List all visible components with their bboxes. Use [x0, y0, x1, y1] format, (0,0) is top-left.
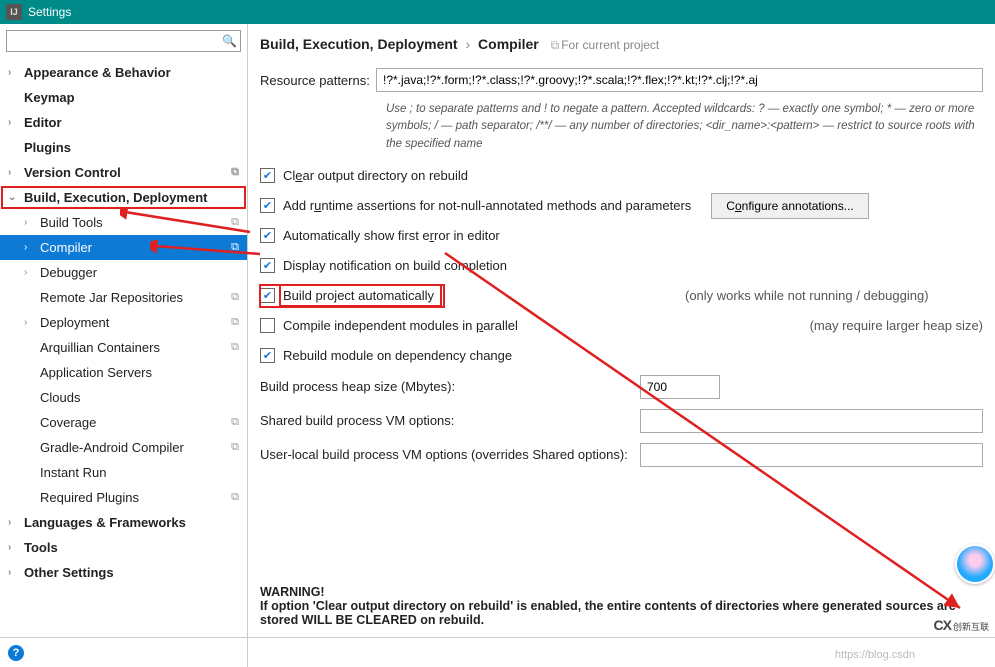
chevron-right-icon: ›	[8, 117, 20, 128]
breadcrumb-parent[interactable]: Build, Execution, Deployment	[260, 36, 458, 52]
warning-title: WARNING!	[260, 585, 983, 599]
tree-version-control[interactable]: ›Version Control⧉	[0, 160, 247, 185]
breadcrumb: Build, Execution, Deployment › Compiler …	[260, 36, 983, 53]
tree-debugger[interactable]: ›Debugger	[0, 260, 247, 285]
heap-size-label: Build process heap size (Mbytes):	[260, 379, 640, 394]
tree-app-servers[interactable]: Application Servers	[0, 360, 247, 385]
chevron-right-icon: ›	[24, 217, 36, 228]
resource-patterns-label: Resource patterns:	[260, 73, 376, 88]
tree-instant-run[interactable]: Instant Run	[0, 460, 247, 485]
show-first-error-checkbox[interactable]	[260, 228, 275, 243]
copy-icon: ⧉	[231, 416, 239, 429]
rebuild-dependency-checkbox[interactable]	[260, 348, 275, 363]
copy-icon: ⧉	[231, 241, 239, 254]
copy-icon: ⧉	[551, 38, 560, 52]
parallel-compile-note: (may require larger heap size)	[770, 318, 983, 333]
tree-gradle-android[interactable]: Gradle-Android Compiler⧉	[0, 435, 247, 460]
chevron-right-icon: ›	[8, 517, 20, 528]
shared-vm-label: Shared build process VM options:	[260, 413, 640, 428]
copy-icon: ⧉	[231, 316, 239, 329]
tree-clouds[interactable]: Clouds	[0, 385, 247, 410]
display-notification-label: Display notification on build completion	[283, 258, 507, 273]
chevron-right-icon: ›	[24, 317, 36, 328]
clear-output-checkbox[interactable]	[260, 168, 275, 183]
tree-compiler[interactable]: ›Compiler⧉	[0, 235, 247, 260]
tree-arquillian[interactable]: Arquillian Containers⧉	[0, 335, 247, 360]
avatar-badge	[955, 544, 995, 584]
parallel-compile-label: Compile independent modules in parallel	[283, 318, 518, 333]
copy-icon: ⧉	[231, 166, 239, 179]
clear-output-label: Clear output directory on rebuild	[283, 168, 468, 183]
tree-remote-jar[interactable]: Remote Jar Repositories⧉	[0, 285, 247, 310]
chevron-right-icon: ›	[8, 167, 20, 178]
chevron-down-icon: ⌄	[8, 192, 20, 203]
tree-coverage[interactable]: Coverage⧉	[0, 410, 247, 435]
tree-editor[interactable]: ›Editor	[0, 110, 247, 135]
tree-plugins[interactable]: Plugins	[0, 135, 247, 160]
tree-tools[interactable]: ›Tools	[0, 535, 247, 560]
display-notification-checkbox[interactable]	[260, 258, 275, 273]
tree-deployment[interactable]: ›Deployment⧉	[0, 310, 247, 335]
copy-icon: ⧉	[231, 216, 239, 229]
chevron-right-icon: ›	[8, 542, 20, 553]
chevron-right-icon: ›	[24, 267, 36, 278]
configure-annotations-button[interactable]: Configure annotations...	[711, 193, 868, 219]
app-logo: IJ	[6, 4, 22, 20]
resource-patterns-input[interactable]	[376, 68, 983, 92]
resource-patterns-hint: Use ; to separate patterns and ! to nega…	[386, 101, 983, 153]
warning-block: WARNING! If option 'Clear output directo…	[260, 585, 983, 627]
tree-keymap[interactable]: Keymap	[0, 85, 247, 110]
tree-build-execution-deployment[interactable]: ⌄Build, Execution, Deployment	[0, 185, 247, 210]
chevron-right-icon: ›	[24, 242, 36, 253]
user-vm-input[interactable]	[640, 443, 983, 467]
chevron-right-icon: ›	[8, 67, 20, 78]
settings-tree: ›Appearance & Behavior Keymap ›Editor Pl…	[0, 58, 247, 667]
titlebar: IJ Settings	[0, 0, 995, 24]
shared-vm-input[interactable]	[640, 409, 983, 433]
brand-logo: CX创新互联	[934, 617, 989, 633]
heap-size-input[interactable]	[640, 375, 720, 399]
help-icon[interactable]: ?	[8, 645, 24, 661]
parallel-compile-checkbox[interactable]	[260, 318, 275, 333]
tree-appearance-behavior[interactable]: ›Appearance & Behavior	[0, 60, 247, 85]
tree-build-tools[interactable]: ›Build Tools⧉	[0, 210, 247, 235]
build-automatically-label: Build project automatically	[283, 288, 438, 303]
build-automatically-note: (only works while not running / debuggin…	[645, 288, 929, 303]
copy-icon: ⧉	[231, 341, 239, 354]
window-title: Settings	[28, 5, 71, 19]
rebuild-dependency-label: Rebuild module on dependency change	[283, 348, 512, 363]
chevron-right-icon: ›	[8, 567, 20, 578]
tree-required-plugins[interactable]: Required Plugins⧉	[0, 485, 247, 510]
scope-label: For current project	[561, 38, 659, 52]
breadcrumb-current: Compiler	[478, 36, 539, 52]
copy-icon: ⧉	[231, 441, 239, 454]
tree-other-settings[interactable]: ›Other Settings	[0, 560, 247, 585]
settings-sidebar: 🔍 ›Appearance & Behavior Keymap ›Editor …	[0, 24, 248, 667]
copy-icon: ⧉	[231, 491, 239, 504]
show-first-error-label: Automatically show first error in editor	[283, 228, 500, 243]
user-vm-label: User-local build process VM options (ove…	[260, 447, 640, 462]
runtime-assertions-label: Add runtime assertions for not-null-anno…	[283, 198, 691, 213]
main-panel: Build, Execution, Deployment › Compiler …	[248, 24, 995, 667]
warning-body: If option 'Clear output directory on reb…	[260, 599, 983, 627]
tree-languages-frameworks[interactable]: ›Languages & Frameworks	[0, 510, 247, 535]
watermark: https://blog.csdn	[835, 649, 915, 661]
runtime-assertions-checkbox[interactable]	[260, 198, 275, 213]
search-input[interactable]	[6, 30, 241, 52]
copy-icon: ⧉	[231, 291, 239, 304]
build-automatically-checkbox[interactable]	[260, 288, 275, 303]
